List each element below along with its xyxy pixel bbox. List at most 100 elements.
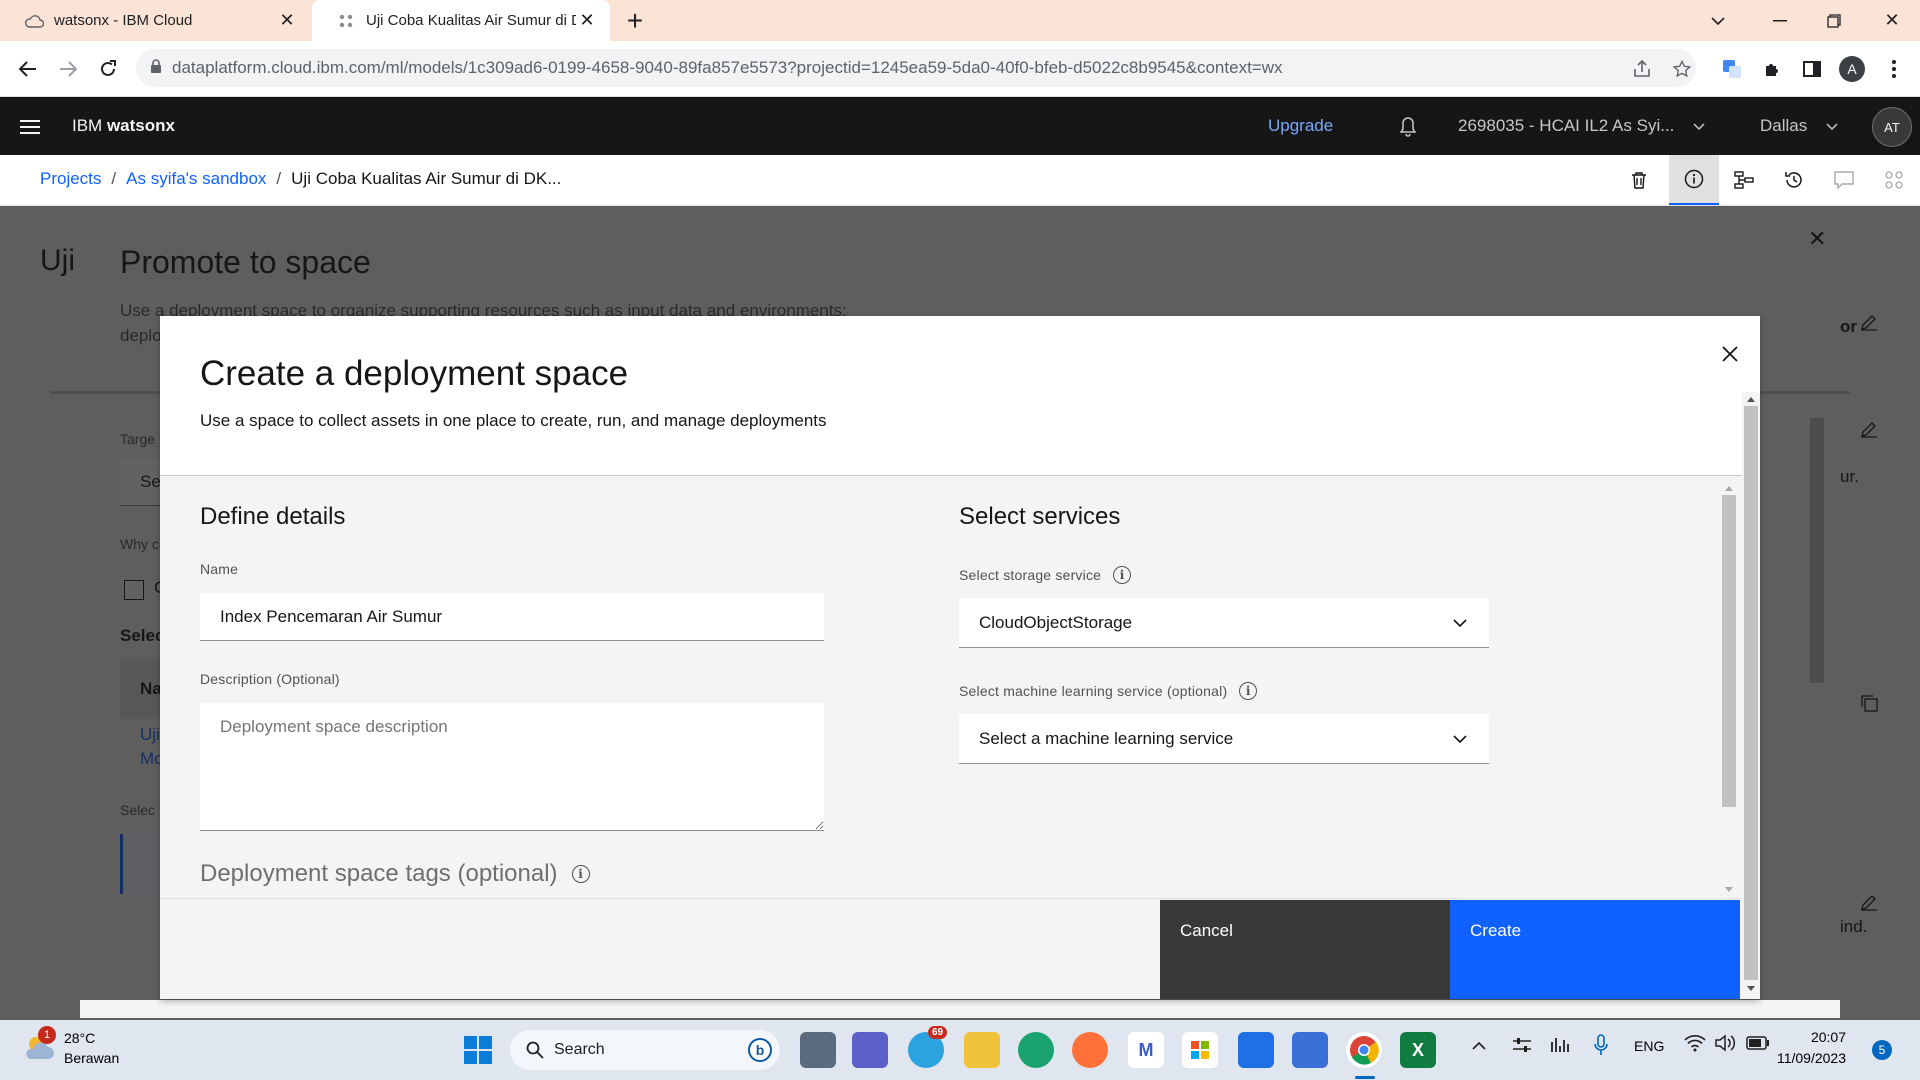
upgrade-link[interactable]: Upgrade	[1268, 116, 1333, 136]
lock-icon	[150, 59, 162, 77]
breadcrumb: Projects / As syifa's sandbox / Uji Coba Kua…	[40, 169, 561, 189]
account-name: 2698035 - HCAI IL2 As Syi...	[1458, 116, 1675, 135]
close-tab-icon[interactable]: ✕	[576, 10, 598, 31]
close-icon[interactable]	[1712, 336, 1748, 372]
bing-icon[interactable]: b	[748, 1038, 772, 1062]
info-icon[interactable]: i	[1113, 566, 1132, 584]
chevron-down-icon	[1453, 735, 1467, 744]
data-structure-icon[interactable]	[1719, 155, 1769, 205]
outer-scrollbar[interactable]	[1742, 392, 1760, 999]
mail-app-icon[interactable]: M	[1128, 1032, 1164, 1068]
forward-arrow-icon[interactable]	[48, 41, 88, 96]
scrollbar-thumb[interactable]	[1722, 495, 1736, 807]
horizontal-scrollbar[interactable]	[80, 1000, 1840, 1018]
info-panel-icon[interactable]	[1669, 155, 1719, 205]
scroll-up-arrow-icon[interactable]	[1745, 394, 1757, 404]
clock-date[interactable]: 11/09/2023	[1766, 1050, 1846, 1066]
firefox-icon[interactable]	[1072, 1032, 1108, 1068]
hamburger-menu-icon[interactable]	[12, 111, 48, 141]
cancel-button[interactable]: Cancel	[1160, 900, 1450, 999]
network-activity-icon[interactable]	[1550, 1036, 1570, 1059]
tab-search-chevron-icon[interactable]	[1690, 0, 1746, 41]
create-button[interactable]: Create	[1450, 900, 1740, 999]
microphone-icon[interactable]	[1594, 1034, 1608, 1061]
modal-scrollbar[interactable]	[1720, 483, 1738, 897]
breadcrumb-separator: /	[276, 169, 282, 188]
new-tab-button[interactable]: +	[618, 4, 652, 38]
modal-subtitle: Use a space to collect assets in one pla…	[200, 411, 827, 430]
share-icon[interactable]	[1622, 41, 1662, 96]
comment-icon[interactable]	[1819, 155, 1869, 205]
extensions-puzzle-icon[interactable]	[1752, 41, 1792, 96]
app-header: IBM watsonx Upgrade 2698035 - HCAI IL2 A…	[0, 97, 1920, 155]
brand-prefix: IBM	[72, 116, 107, 135]
windows-start-icon[interactable]	[462, 1034, 494, 1066]
user-avatar[interactable]: AT	[1872, 107, 1912, 147]
bookmark-star-icon[interactable]	[1662, 41, 1702, 96]
reload-icon[interactable]	[88, 41, 128, 96]
back-arrow-icon[interactable]	[8, 41, 48, 96]
show-hidden-icons-chevron-icon[interactable]	[1472, 1038, 1486, 1056]
brand-bold: watsonx	[106, 116, 175, 135]
region-name: Dallas	[1760, 116, 1808, 135]
weather-temp: 28°C	[64, 1030, 96, 1046]
history-icon[interactable]	[1769, 155, 1819, 205]
description-field[interactable]	[200, 703, 824, 831]
task-view-icon[interactable]	[800, 1032, 836, 1068]
create-deployment-space-modal: Create a deployment space Use a space to…	[160, 316, 1760, 999]
clock-time[interactable]: 20:07	[1786, 1029, 1846, 1045]
info-icon[interactable]: i	[571, 865, 590, 883]
browser-tab-active[interactable]: Uji Coba Kualitas Air Sumur di DK ✕	[312, 0, 610, 41]
taskbar-search[interactable]: Search b	[510, 1030, 780, 1070]
side-panel-icon[interactable]	[1792, 41, 1832, 96]
cloud-icon	[24, 11, 44, 31]
close-tab-icon[interactable]: ✕	[276, 10, 298, 31]
browser-tab-watsonx[interactable]: watsonx - IBM Cloud ✕	[0, 0, 310, 41]
language-indicator[interactable]: ENG	[1634, 1038, 1664, 1054]
close-window-icon[interactable]: ✕	[1864, 0, 1920, 41]
notification-count-badge[interactable]: 5	[1872, 1040, 1892, 1060]
url-field[interactable]: dataplatform.cloud.ibm.com/ml/models/1c3…	[136, 49, 1696, 87]
region-switcher[interactable]: Dallas	[1760, 116, 1838, 136]
storage-service-dropdown[interactable]: CloudObjectStorage	[959, 598, 1489, 648]
teams-chat-icon[interactable]	[852, 1032, 888, 1068]
copilot-icon[interactable]	[1292, 1032, 1328, 1068]
weather-widget[interactable]: 1	[22, 1026, 62, 1068]
account-switcher[interactable]: 2698035 - HCAI IL2 As Syi...	[1458, 116, 1705, 136]
minimize-icon[interactable]	[1752, 0, 1808, 41]
tags-label: Deployment space tags (optional)	[200, 860, 558, 887]
sliders-icon[interactable]	[1512, 1036, 1532, 1059]
breadcrumb-current: Uji Coba Kualitas Air Sumur di DK...	[291, 169, 562, 188]
maximize-icon[interactable]	[1806, 0, 1862, 41]
file-explorer-icon[interactable]	[964, 1032, 1000, 1068]
notification-bell-icon[interactable]	[1390, 111, 1426, 141]
brand-name[interactable]: IBM watsonx	[72, 116, 175, 136]
translate-extension-icon[interactable]	[1712, 41, 1752, 96]
volume-icon[interactable]	[1714, 1034, 1736, 1057]
breadcrumb-sandbox-link[interactable]: As syifa's sandbox	[126, 169, 266, 188]
breadcrumb-projects-link[interactable]: Projects	[40, 169, 101, 188]
profile-avatar[interactable]: A	[1832, 41, 1872, 96]
microsoft-store-icon[interactable]	[1182, 1032, 1218, 1068]
breadcrumb-separator: /	[111, 169, 117, 188]
delete-trash-icon[interactable]	[1614, 155, 1664, 205]
chrome-menu-icon[interactable]	[1874, 41, 1914, 96]
chrome-icon[interactable]	[1346, 1032, 1382, 1068]
tab-title: Uji Coba Kualitas Air Sumur di DK	[366, 12, 576, 29]
tags-heading: Deployment space tags (optional) i	[200, 860, 590, 888]
name-field[interactable]: Index Pencemaran Air Sumur	[200, 593, 824, 641]
ml-service-dropdown[interactable]: Select a machine learning service	[959, 714, 1489, 764]
info-icon[interactable]: i	[1239, 682, 1258, 700]
scroll-down-arrow-icon[interactable]	[1723, 885, 1735, 895]
wifi-icon[interactable]	[1684, 1034, 1706, 1057]
scroll-down-arrow-icon[interactable]	[1745, 984, 1757, 994]
telegram-icon[interactable]: 69	[908, 1026, 948, 1068]
storage-label: Select storage service	[959, 567, 1102, 583]
edge-icon[interactable]	[1018, 1032, 1054, 1068]
scroll-up-arrow-icon[interactable]	[1723, 483, 1735, 493]
name-label: Name	[200, 561, 239, 577]
excel-icon[interactable]: X	[1400, 1032, 1436, 1068]
messaging-app-icon[interactable]	[1238, 1032, 1274, 1068]
scrollbar-thumb[interactable]	[1744, 406, 1758, 980]
apps-grid-icon[interactable]	[1869, 155, 1919, 205]
